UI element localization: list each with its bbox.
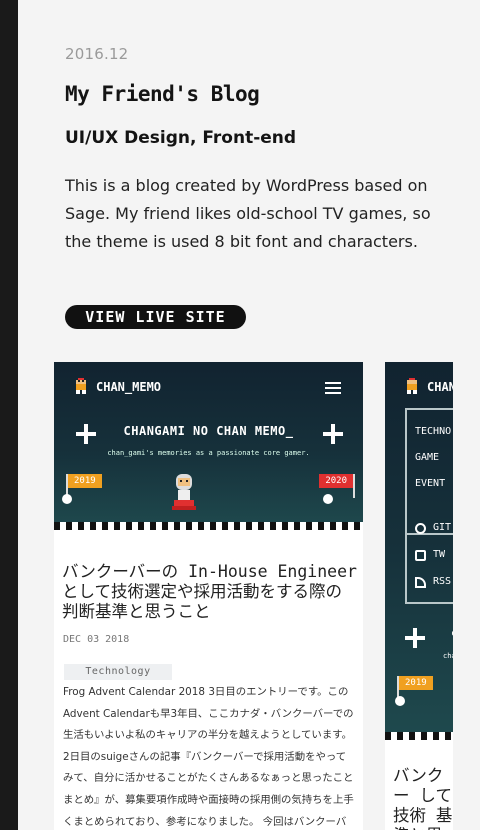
blog-nav-title: CHAN_MEMO xyxy=(96,380,162,394)
year-flag-left: 2019 xyxy=(399,676,433,690)
pixel-ball-icon xyxy=(395,696,405,706)
post-excerpt: Frog Advent Calendar 2018 3日目のエントリーです。この… xyxy=(63,686,354,828)
blog-screenshot-mobile-2: CHAN CHAN TECHNO GAME EVENT GIT TW RSS c… xyxy=(385,362,453,830)
pixel-ball-icon xyxy=(323,494,333,504)
year-flag-left: 2019 xyxy=(68,474,102,488)
year-flag-right: 2020 xyxy=(319,474,353,488)
post-title-partial: バンクー して技術 基準と思 xyxy=(393,766,453,830)
blog-hero: CHAN_MEMO CHANGAMI NO CHAN MEMO_ chan_ga… xyxy=(54,362,363,530)
checkered-border xyxy=(54,522,363,530)
post-title: バンクーバーの In-House Engineer として技術選定や採用活動をす… xyxy=(62,562,357,621)
hero-subtitle-partial: cha xyxy=(443,652,453,660)
twitter-icon xyxy=(415,550,426,561)
blog-hero-subtitle: chan_gami's memories as a passionate cor… xyxy=(107,449,310,457)
github-icon xyxy=(415,523,426,534)
pixel-plus-icon xyxy=(405,628,425,648)
blog-nav-title: CHAN xyxy=(427,380,453,394)
blog-screenshot-mobile-1: CHAN_MEMO CHANGAMI NO CHAN MEMO_ chan_ga… xyxy=(54,362,363,830)
hero-title-partial: c xyxy=(451,628,453,639)
menu-item-technology[interactable]: TECHNO xyxy=(415,426,451,437)
pixel-character-logo-icon xyxy=(407,378,417,394)
hamburger-menu-icon xyxy=(325,382,341,394)
flag-pole xyxy=(353,474,355,498)
rss-icon xyxy=(415,577,426,588)
project-role: UI/UX Design, Front-end xyxy=(65,128,297,148)
view-live-site-button[interactable]: VIEW LIVE SITE xyxy=(65,305,246,329)
blog-hero-title: CHANGAMI NO CHAN MEMO_ xyxy=(123,424,294,438)
menu-divider xyxy=(407,533,453,535)
astronaut-character-icon xyxy=(172,474,196,510)
expanded-menu-background: CHAN TECHNO GAME EVENT GIT TW RSS c cha … xyxy=(385,362,453,740)
checkered-border xyxy=(385,732,453,740)
post-date: DEC 03 2018 xyxy=(63,634,130,645)
project-date: 2016.12 xyxy=(65,45,129,63)
post-category-tag: Technology xyxy=(64,664,172,680)
pixel-character-logo-icon xyxy=(76,378,86,394)
project-description: This is a blog created by WordPress base… xyxy=(65,176,431,251)
menu-item-game[interactable]: GAME xyxy=(415,452,439,463)
project-title: My Friend's Blog xyxy=(65,82,260,106)
menu-link-rss[interactable]: RSS xyxy=(433,576,451,587)
menu-link-twitter[interactable]: TW xyxy=(433,549,445,560)
expanded-nav-menu: TECHNO GAME EVENT GIT TW RSS xyxy=(405,408,453,604)
pixel-ball-icon xyxy=(62,494,72,504)
menu-link-github[interactable]: GIT xyxy=(433,522,451,533)
menu-item-event[interactable]: EVENT xyxy=(415,478,445,489)
left-dark-rail xyxy=(0,0,18,830)
